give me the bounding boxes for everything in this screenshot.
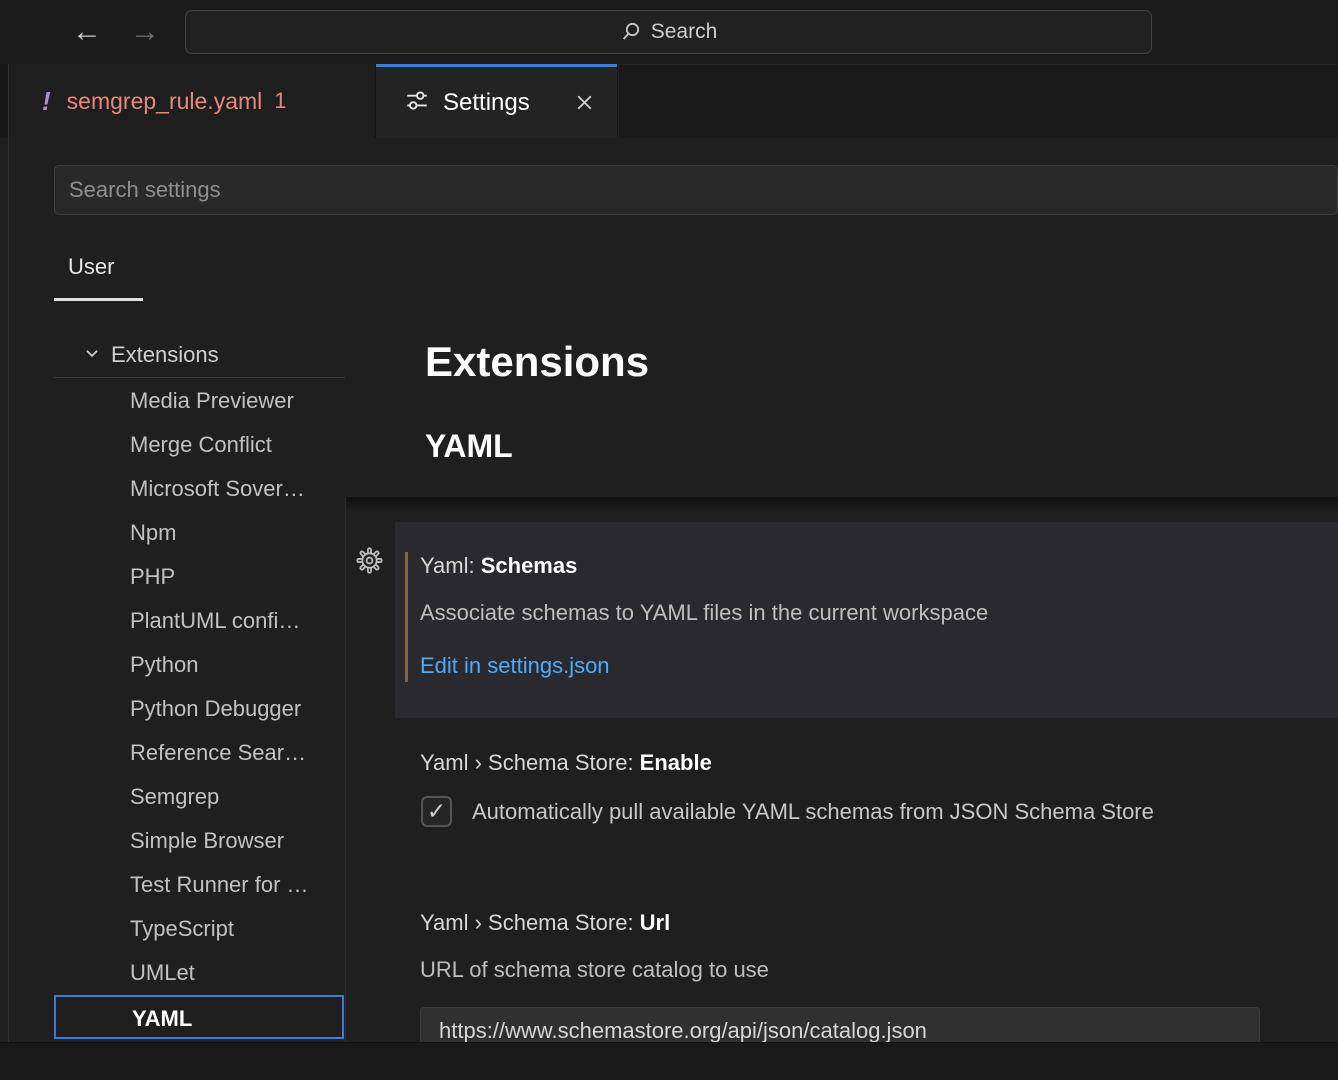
problem-count-badge: 1 xyxy=(274,88,286,114)
toc-item[interactable]: Media Previewer xyxy=(0,379,337,423)
bottom-strip xyxy=(0,1042,1338,1080)
tab-label: Settings xyxy=(443,89,530,117)
toc-item[interactable]: UMLet xyxy=(0,951,337,995)
tab-bar: ! semgrep_rule.yaml 1 Settings xyxy=(0,64,1338,138)
setting-name: Enable xyxy=(640,750,712,775)
checkbox-label[interactable]: Automatically pull available YAML schema… xyxy=(472,799,1154,825)
toc-item[interactable]: Merge Conflict xyxy=(0,423,337,467)
toc-item[interactable]: Python Debugger xyxy=(0,687,337,731)
toc-root-label: Extensions xyxy=(111,342,219,368)
setting-category: Yaml: xyxy=(420,553,481,578)
toc-item[interactable]: Simple Browser xyxy=(0,819,337,863)
sidebar-edge-divider xyxy=(8,64,9,1042)
tab-semgrep-rule-yaml[interactable]: ! semgrep_rule.yaml 1 xyxy=(8,64,376,138)
page-title: Extensions xyxy=(425,338,649,386)
toc-content-divider xyxy=(345,497,346,1042)
setting-title: Yaml › Schema Store: Enable xyxy=(420,750,712,776)
toc-item[interactable]: PlantUML confi… xyxy=(0,599,337,643)
vscode-window: ← → Search ! semgrep_rule.yaml 1 xyxy=(0,0,1338,1080)
scope-tab-underline xyxy=(54,298,143,301)
settings-editor: User Extensions Media Previewer Merge Co… xyxy=(0,138,1338,1042)
setting-category: Yaml › Schema Store: xyxy=(420,750,640,775)
toc-item-extensions[interactable]: Extensions xyxy=(0,333,337,377)
search-icon xyxy=(620,21,642,43)
toc-item-yaml-selected[interactable]: YAML xyxy=(54,995,344,1039)
scope-tab-user[interactable]: User xyxy=(68,254,114,280)
tab-label: semgrep_rule.yaml xyxy=(67,88,263,115)
toc-item[interactable]: Npm xyxy=(0,511,337,555)
setting-name: Schemas xyxy=(481,553,578,578)
command-center-search[interactable]: Search xyxy=(185,10,1152,54)
setting-title: Yaml › Schema Store: Url xyxy=(420,910,670,936)
title-bar: ← → Search xyxy=(0,0,1338,64)
toc-item[interactable]: TypeScript xyxy=(0,907,337,951)
enable-checkbox[interactable]: ✓ xyxy=(421,796,452,827)
toc-item[interactable]: Reference Sear… xyxy=(0,731,337,775)
scroll-shadow xyxy=(346,497,1338,513)
close-icon[interactable] xyxy=(574,92,595,113)
toc-item[interactable]: Semgrep xyxy=(0,775,337,819)
chevron-down-icon xyxy=(83,342,101,368)
toc-item[interactable]: Python xyxy=(0,643,337,687)
tab-settings[interactable]: Settings xyxy=(376,64,617,138)
settings-sliders-icon xyxy=(404,87,430,118)
setting-description: URL of schema store catalog to use xyxy=(420,957,769,983)
history-nav: ← → xyxy=(72,0,160,64)
section-title: YAML xyxy=(425,428,513,465)
schema-store-url-input[interactable] xyxy=(420,1007,1260,1042)
setting-name: Url xyxy=(640,910,671,935)
checkmark-icon: ✓ xyxy=(427,798,446,824)
modified-indicator xyxy=(405,552,408,682)
gear-icon[interactable] xyxy=(356,547,383,579)
edit-in-settings-json-link[interactable]: Edit in settings.json xyxy=(420,653,610,679)
toc-divider xyxy=(54,377,345,378)
toc-item[interactable]: PHP xyxy=(0,555,337,599)
toc-item[interactable]: Microsoft Sover… xyxy=(0,467,337,511)
setting-description: Associate schemas to YAML files in the c… xyxy=(420,600,988,626)
command-center-label: Search xyxy=(651,20,718,44)
toc-item[interactable]: Test Runner for … xyxy=(0,863,337,907)
dirty-indicator-icon: ! xyxy=(42,86,51,117)
setting-category: Yaml › Schema Store: xyxy=(420,910,640,935)
toc-tree: Media Previewer Merge Conflict Microsoft… xyxy=(0,379,337,1039)
back-icon[interactable]: ← xyxy=(72,17,102,47)
settings-search-input[interactable] xyxy=(54,165,1338,215)
empty-tab-strip xyxy=(618,64,1338,138)
setting-title: Yaml: Schemas xyxy=(420,553,577,579)
forward-icon[interactable]: → xyxy=(130,17,160,47)
